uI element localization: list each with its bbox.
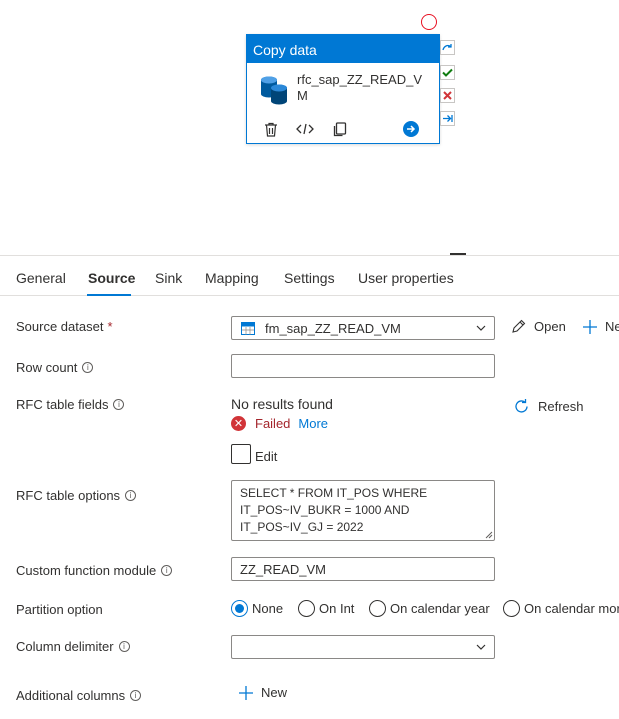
tab-settings[interactable]: Settings (284, 270, 335, 286)
completion-arrow-icon[interactable] (440, 111, 455, 126)
info-icon[interactable]: i (118, 641, 130, 652)
row-count-input[interactable] (231, 354, 495, 378)
info-icon[interactable]: i (130, 690, 142, 701)
open-dataset-button[interactable]: Open (511, 319, 566, 334)
pencil-icon (512, 319, 526, 333)
fetch-status: ✕ Failed More (231, 416, 328, 431)
go-arrow-icon[interactable] (401, 119, 421, 139)
info-icon[interactable]: i (82, 362, 94, 373)
add-column-button[interactable]: New (239, 685, 287, 700)
delete-icon[interactable] (261, 119, 281, 139)
success-check-icon[interactable] (440, 65, 455, 80)
error-icon: ✕ (231, 416, 246, 431)
radio-selected-icon (231, 600, 248, 617)
failed-status-text: Failed (255, 416, 291, 431)
custom-function-module-label: Custom function module i (16, 563, 173, 578)
tab-general[interactable]: General (16, 270, 66, 286)
edit-checkbox[interactable] (231, 444, 251, 464)
column-delimiter-label: Column delimiter i (16, 639, 130, 654)
database-icon (261, 76, 287, 105)
edit-checkbox-label: Edit (255, 449, 278, 464)
info-icon[interactable]: i (161, 565, 173, 576)
required-marker: * (107, 319, 113, 334)
query-line: SELECT * FROM IT_POS WHERE (240, 486, 428, 500)
info-icon[interactable]: i (125, 490, 137, 501)
refresh-button[interactable]: Refresh (513, 398, 584, 415)
new-dataset-button[interactable]: Ne (583, 319, 619, 334)
rfc-table-fields-label: RFC table fields i (16, 397, 125, 412)
tab-source[interactable]: Source (88, 270, 135, 286)
tab-mapping[interactable]: Mapping (205, 270, 259, 286)
clone-icon[interactable] (330, 119, 350, 139)
resize-grip-icon[interactable] (485, 531, 493, 539)
source-dataset-dropdown[interactable]: fm_sap_ZZ_READ_VM (231, 316, 495, 340)
activity-type-label: Copy data (247, 35, 439, 63)
code-icon[interactable] (295, 119, 315, 139)
tab-user-properties[interactable]: User properties (358, 270, 454, 286)
additional-columns-label: Additional columns i (16, 688, 142, 703)
radio-unselected-icon (298, 600, 315, 617)
partition-option-label: Partition option (16, 602, 103, 617)
refresh-icon (515, 399, 528, 413)
custom-function-module-input[interactable]: ZZ_READ_VM (231, 557, 495, 581)
validation-error-indicator[interactable] (421, 14, 437, 30)
active-tab-indicator (87, 294, 131, 296)
pipeline-canvas[interactable]: Copy data rfc_sap_ZZ_READ_VM (0, 0, 619, 255)
radio-on-calendar-month[interactable]: On calendar mor (503, 600, 619, 617)
info-icon[interactable]: i (113, 399, 125, 410)
radio-none[interactable]: None (231, 600, 283, 617)
query-line: IT_POS~IV_BUKR = 1000 AND (240, 503, 410, 517)
chevron-down-icon (476, 644, 486, 650)
row-count-label: Row count i (16, 360, 94, 375)
plus-icon (583, 319, 597, 334)
rfc-table-options-textarea[interactable]: SELECT * FROM IT_POS WHERE IT_POS~IV_BUK… (231, 480, 495, 541)
copy-data-activity[interactable]: Copy data rfc_sap_ZZ_READ_VM (246, 34, 440, 144)
source-dataset-label: Source dataset * (16, 319, 113, 334)
more-link[interactable]: More (298, 416, 328, 431)
radio-on-calendar-year[interactable]: On calendar year (369, 600, 490, 617)
failure-x-icon[interactable] (440, 88, 455, 103)
tab-sink[interactable]: Sink (155, 270, 182, 286)
radio-unselected-icon (369, 600, 386, 617)
rfc-table-options-label: RFC table options i (16, 488, 137, 503)
plus-icon (239, 685, 253, 700)
radio-unselected-icon (503, 600, 520, 617)
no-results-text: No results found (231, 396, 333, 412)
radio-on-int[interactable]: On Int (298, 600, 354, 617)
query-line: IT_POS~IV_GJ = 2022 (240, 520, 364, 534)
skip-icon[interactable] (440, 40, 455, 55)
column-delimiter-dropdown[interactable] (231, 635, 495, 659)
properties-tabs: General Source Sink Mapping Settings Use… (0, 256, 619, 296)
chevron-down-icon (476, 325, 486, 331)
activity-name: rfc_sap_ZZ_READ_VM (297, 72, 422, 103)
sap-table-icon (241, 322, 255, 335)
